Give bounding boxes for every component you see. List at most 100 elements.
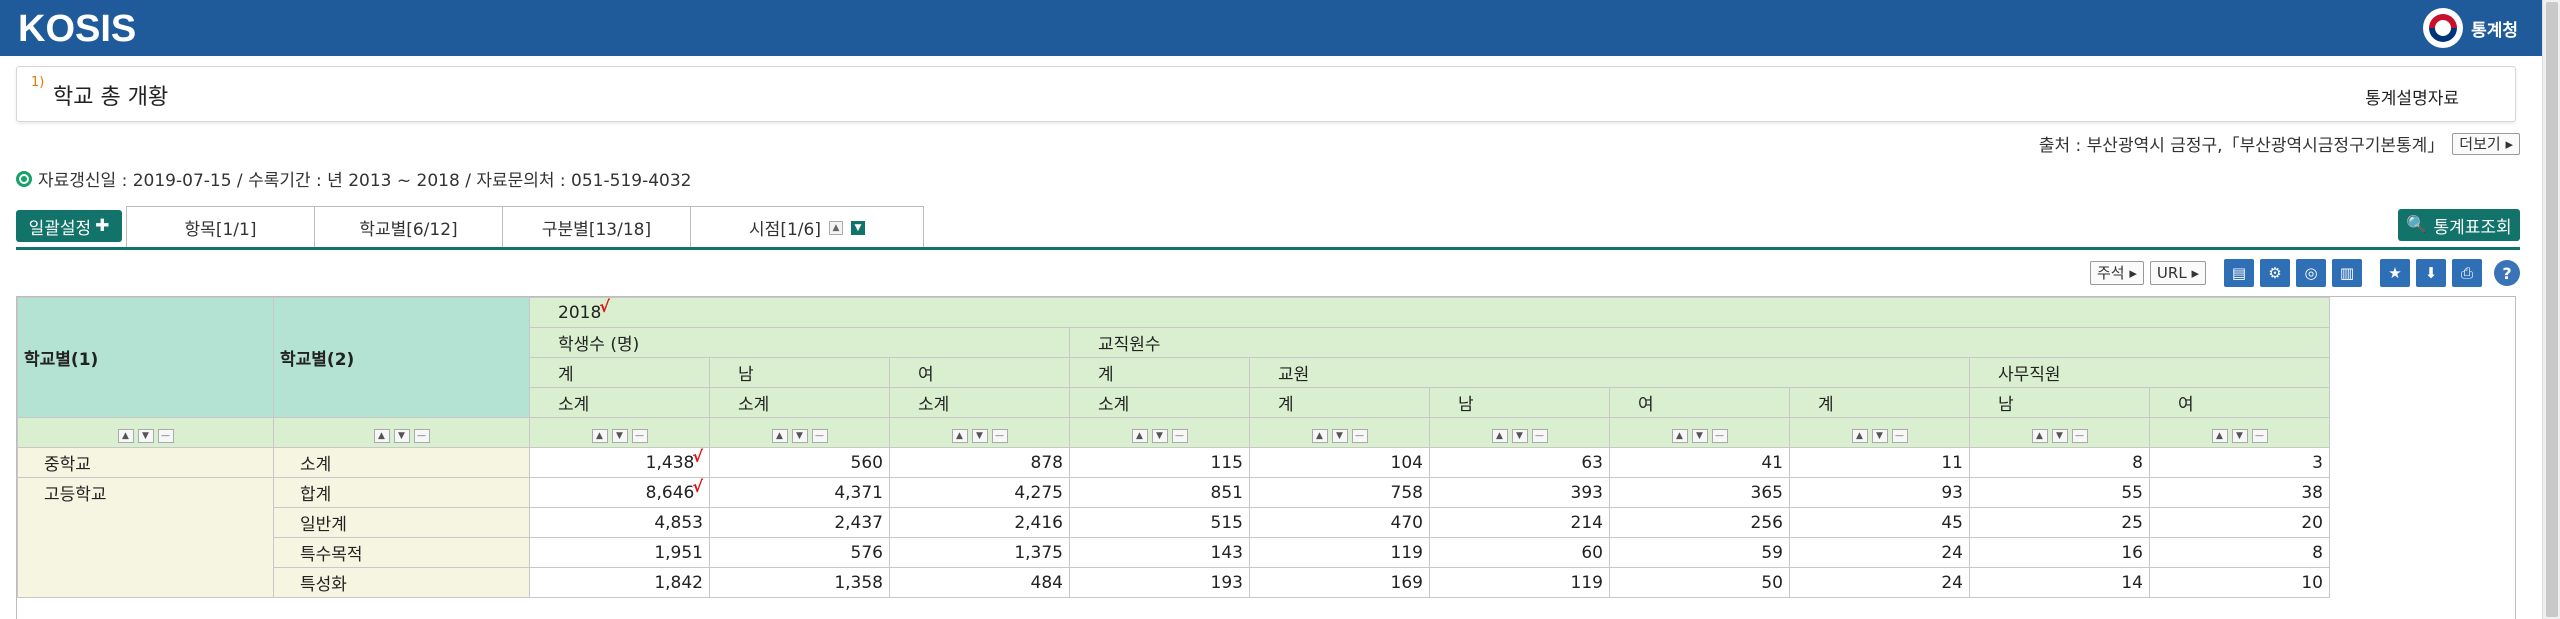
table-cell[interactable]: 60 [1429, 537, 1610, 568]
sort-down-icon[interactable]: ▼ [393, 428, 410, 443]
sort-up-icon[interactable]: ▲ [1311, 428, 1328, 443]
sort-up-icon[interactable]: ▲ [2031, 428, 2048, 443]
tab-period[interactable]: 시점[1/6] ▲ ▼ [691, 207, 923, 248]
help-icon[interactable]: ? [2494, 260, 2520, 286]
table-cell[interactable]: 119 [1429, 567, 1610, 598]
sort-down-icon[interactable]: ▼ [1691, 428, 1708, 443]
table-cell[interactable]: 2,416 [889, 507, 1070, 538]
sort-down-icon[interactable]: ▼ [1331, 428, 1348, 443]
sort-up-icon[interactable]: ▲ [1671, 428, 1688, 443]
tab-category[interactable]: 구분별[13/18] [503, 207, 691, 248]
reset-icon[interactable]: — [991, 428, 1008, 443]
table-cell[interactable]: 25 [1969, 507, 2150, 538]
table-cell[interactable]: 1,951 [529, 537, 710, 568]
sort-down-icon[interactable]: ▼ [1871, 428, 1888, 443]
table-cell[interactable]: 851 [1069, 477, 1250, 508]
expand-down-icon[interactable]: ▼ [850, 220, 865, 235]
reset-icon[interactable]: — [1711, 428, 1728, 443]
sort-down-icon[interactable]: ▼ [2231, 428, 2248, 443]
sort-down-icon[interactable]: ▼ [137, 428, 154, 443]
sort-up-icon[interactable]: ▲ [1131, 428, 1148, 443]
table-cell[interactable]: 55 [1969, 477, 2150, 508]
table-cell[interactable]: 10 [2149, 567, 2330, 598]
scrollbar-thumb[interactable] [2546, 2, 2558, 617]
reset-icon[interactable]: — [1171, 428, 1188, 443]
table-cell[interactable]: 104 [1249, 447, 1430, 478]
table-cell[interactable]: 393 [1429, 477, 1610, 508]
reset-icon[interactable]: — [2071, 428, 2088, 443]
table-cell[interactable]: 59 [1609, 537, 1790, 568]
vertical-scrollbar[interactable] [2542, 0, 2560, 619]
table-cell[interactable]: 38 [2149, 477, 2330, 508]
table-cell[interactable]: 4,275 [889, 477, 1070, 508]
table-cell[interactable]: 93 [1789, 477, 1970, 508]
chart-icon[interactable]: ▥ [2332, 259, 2362, 287]
table-cell[interactable]: 50 [1609, 567, 1790, 598]
kostat-brand[interactable]: 통계청 [2423, 8, 2518, 48]
kosis-logo[interactable]: KOSIS [18, 8, 136, 51]
sort-up-icon[interactable]: ▲ [117, 428, 134, 443]
download-icon[interactable]: ⬇ [2416, 259, 2446, 287]
collapse-up-icon[interactable]: ▲ [828, 220, 843, 235]
sort-up-icon[interactable]: ▲ [1491, 428, 1508, 443]
table-cell[interactable]: 560 [709, 447, 890, 478]
reset-icon[interactable]: — [413, 428, 430, 443]
sort-up-icon[interactable]: ▲ [951, 428, 968, 443]
table-cell[interactable]: 365 [1609, 477, 1790, 508]
table-cell[interactable]: 1,842 [529, 567, 710, 598]
analysis-icon[interactable]: ◎ [2296, 259, 2326, 287]
reset-icon[interactable]: — [2251, 428, 2268, 443]
sort-up-icon[interactable]: ▲ [1851, 428, 1868, 443]
table-cell[interactable]: 169 [1249, 567, 1430, 598]
table-cell[interactable]: 45 [1789, 507, 1970, 538]
table-cell[interactable]: 20 [2149, 507, 2330, 538]
table-layout-icon[interactable]: ▤ [2224, 259, 2254, 287]
note-button[interactable]: 주석 ▸ [2090, 261, 2144, 285]
table-cell[interactable]: 14 [1969, 567, 2150, 598]
table-cell[interactable]: 484 [889, 567, 1070, 598]
sort-up-icon[interactable]: ▲ [373, 428, 390, 443]
table-cell[interactable]: 576 [709, 537, 890, 568]
table-cell[interactable]: 256 [1609, 507, 1790, 538]
url-button[interactable]: URL ▸ [2149, 261, 2206, 285]
reset-icon[interactable]: — [1531, 428, 1548, 443]
reset-icon[interactable]: — [157, 428, 174, 443]
table-cell[interactable]: 3 [2149, 447, 2330, 478]
table-cell[interactable]: 8 [2149, 537, 2330, 568]
table-cell[interactable]: 1,375 [889, 537, 1070, 568]
table-cell[interactable]: 63 [1429, 447, 1610, 478]
reset-icon[interactable]: — [811, 428, 828, 443]
more-button[interactable]: 더보기 ▸ [2452, 132, 2520, 155]
sort-down-icon[interactable]: ▼ [971, 428, 988, 443]
table-cell[interactable]: 8,646√ [529, 477, 710, 508]
table-cell[interactable]: 470 [1249, 507, 1430, 538]
table-cell[interactable]: 24 [1789, 567, 1970, 598]
reset-icon[interactable]: — [1351, 428, 1368, 443]
sort-down-icon[interactable]: ▼ [791, 428, 808, 443]
batch-settings-button[interactable]: 일괄설정 ✚ [16, 210, 122, 242]
table-cell[interactable]: 143 [1069, 537, 1250, 568]
sort-up-icon[interactable]: ▲ [771, 428, 788, 443]
reset-icon[interactable]: — [1891, 428, 1908, 443]
sort-down-icon[interactable]: ▼ [2051, 428, 2068, 443]
table-cell[interactable]: 8 [1969, 447, 2150, 478]
sort-down-icon[interactable]: ▼ [1511, 428, 1528, 443]
table-cell[interactable]: 4,371 [709, 477, 890, 508]
tab-item[interactable]: 항목[1/1] [127, 207, 315, 248]
sort-up-icon[interactable]: ▲ [591, 428, 608, 443]
table-cell[interactable]: 115 [1069, 447, 1250, 478]
view-table-button[interactable]: 🔍 통계표조회 [2398, 209, 2520, 241]
sort-up-icon[interactable]: ▲ [2211, 428, 2228, 443]
table-cell[interactable]: 1,358 [709, 567, 890, 598]
reset-icon[interactable]: — [631, 428, 648, 443]
table-cell[interactable]: 24 [1789, 537, 1970, 568]
table-cell[interactable]: 11 [1789, 447, 1970, 478]
tab-school[interactable]: 학교별[6/12] [315, 207, 503, 248]
table-cell[interactable]: 16 [1969, 537, 2150, 568]
table-cell[interactable]: 515 [1069, 507, 1250, 538]
table-cell[interactable]: 4,853 [529, 507, 710, 538]
favorite-star-icon[interactable]: ★ [2380, 259, 2410, 287]
print-icon[interactable]: ⎙ [2452, 259, 2482, 287]
stat-description-link[interactable]: 통계설명자료 [2365, 84, 2459, 109]
table-cell[interactable]: 878 [889, 447, 1070, 478]
